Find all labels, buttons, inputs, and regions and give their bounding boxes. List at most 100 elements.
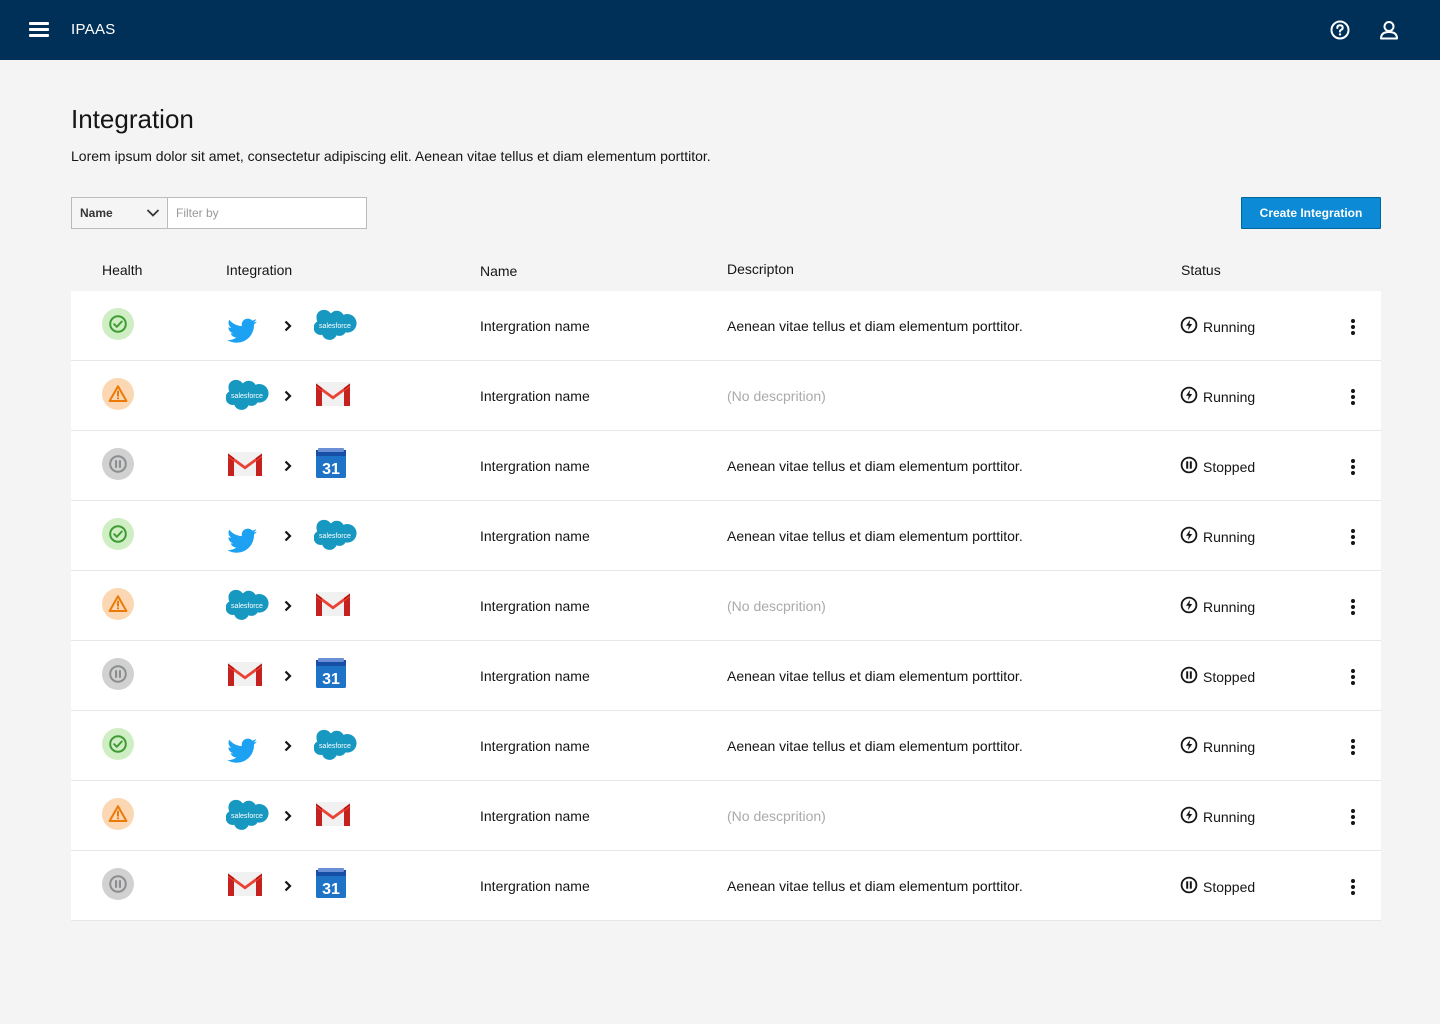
user-profile-icon[interactable] bbox=[1378, 19, 1400, 41]
status-label: Running bbox=[1203, 598, 1256, 615]
status-label: Stopped bbox=[1203, 878, 1256, 895]
check-circle-icon bbox=[109, 525, 127, 543]
status-badge: Running bbox=[1180, 736, 1255, 757]
calendar-icon: 31 bbox=[314, 868, 348, 905]
arrow-right-icon bbox=[283, 879, 293, 897]
table-row[interactable]: 31 Intergration name Aenean vitae tellus… bbox=[71, 431, 1381, 501]
integration-name[interactable]: Intergration name bbox=[480, 388, 590, 404]
status-label: Stopped bbox=[1203, 668, 1256, 685]
lightning-icon bbox=[1180, 386, 1198, 404]
svg-text:salesforce: salesforce bbox=[319, 323, 351, 330]
top-navigation-bar: IPAAS bbox=[0, 0, 1440, 60]
filter-input[interactable] bbox=[167, 197, 367, 229]
salesforce-icon: salesforce bbox=[313, 518, 358, 555]
gmail-icon bbox=[226, 658, 264, 694]
calendar-icon: 31 bbox=[314, 448, 348, 485]
integration-name[interactable]: Intergration name bbox=[480, 808, 590, 824]
integration-name[interactable]: Intergration name bbox=[480, 738, 590, 754]
kebab-menu-icon[interactable] bbox=[1343, 317, 1363, 337]
table-row[interactable]: salesforce Intergration name Aenean vita… bbox=[71, 711, 1381, 781]
kebab-menu-icon[interactable] bbox=[1343, 457, 1363, 477]
page-description: Lorem ipsum dolor sit amet, consectetur … bbox=[71, 148, 711, 164]
status-badge: Stopped bbox=[1180, 666, 1255, 687]
lightning-icon bbox=[1180, 596, 1198, 614]
status-badge: Running bbox=[1180, 596, 1255, 617]
app-brand: IPAAS bbox=[71, 21, 116, 38]
page-title: Integration bbox=[71, 104, 194, 134]
integration-description: Aenean vitae tellus et diam elementum po… bbox=[727, 318, 1023, 334]
lightning-icon bbox=[1180, 806, 1198, 824]
integration-description: (No descprition) bbox=[727, 808, 826, 824]
integration-name[interactable]: Intergration name bbox=[480, 668, 590, 684]
kebab-menu-icon[interactable] bbox=[1343, 807, 1363, 827]
kebab-menu-icon[interactable] bbox=[1343, 597, 1363, 617]
kebab-menu-icon[interactable] bbox=[1343, 877, 1363, 897]
twitter-icon bbox=[226, 728, 260, 769]
kebab-menu-icon[interactable] bbox=[1343, 387, 1363, 407]
integration-name[interactable]: Intergration name bbox=[480, 458, 590, 474]
integration-name[interactable]: Intergration name bbox=[480, 318, 590, 334]
filter-field-label: Name bbox=[80, 206, 113, 220]
table-row[interactable]: salesforce Intergration name Aenean vita… bbox=[71, 501, 1381, 571]
gmail-icon bbox=[226, 868, 264, 904]
column-header-name: Name bbox=[480, 263, 518, 279]
health-indicator bbox=[102, 798, 134, 830]
chevron-down-icon bbox=[146, 209, 160, 217]
integration-description: Aenean vitae tellus et diam elementum po… bbox=[727, 528, 1023, 544]
filter-field-select[interactable]: Name bbox=[71, 197, 168, 229]
status-label: Running bbox=[1203, 318, 1256, 335]
table-row[interactable]: 31 Intergration name Aenean vitae tellus… bbox=[71, 851, 1381, 921]
warning-triangle-icon bbox=[108, 805, 128, 822]
status-badge: Running bbox=[1180, 526, 1255, 547]
pause-icon bbox=[1180, 666, 1198, 684]
status-label: Running bbox=[1203, 808, 1256, 825]
health-indicator bbox=[102, 308, 134, 340]
table-row[interactable]: 31 Intergration name Aenean vitae tellus… bbox=[71, 641, 1381, 711]
table-row[interactable]: salesforce Intergration name (No descpri… bbox=[71, 781, 1381, 851]
arrow-right-icon bbox=[283, 809, 293, 827]
arrow-right-icon bbox=[283, 459, 293, 477]
pause-circle-icon bbox=[109, 665, 127, 683]
twitter-icon bbox=[226, 518, 260, 559]
integration-name[interactable]: Intergration name bbox=[480, 598, 590, 614]
svg-text:salesforce: salesforce bbox=[231, 813, 263, 820]
warning-triangle-icon bbox=[108, 385, 128, 402]
arrow-right-icon bbox=[283, 669, 293, 687]
kebab-menu-icon[interactable] bbox=[1343, 737, 1363, 757]
svg-text:31: 31 bbox=[322, 881, 340, 898]
integrations-table: salesforce Intergration name Aenean vita… bbox=[71, 291, 1381, 921]
svg-text:salesforce: salesforce bbox=[231, 393, 263, 400]
check-circle-icon bbox=[109, 315, 127, 333]
kebab-menu-icon[interactable] bbox=[1343, 667, 1363, 687]
lightning-icon bbox=[1180, 316, 1198, 334]
table-row[interactable]: salesforce Intergration name Aenean vita… bbox=[71, 291, 1381, 361]
health-indicator bbox=[102, 588, 134, 620]
hamburger-menu-icon[interactable] bbox=[29, 21, 49, 39]
table-row[interactable]: salesforce Intergration name (No descpri… bbox=[71, 571, 1381, 641]
lightning-icon bbox=[1180, 736, 1198, 754]
salesforce-icon: salesforce bbox=[225, 588, 270, 625]
pause-circle-icon bbox=[109, 875, 127, 893]
status-label: Running bbox=[1203, 528, 1256, 545]
health-indicator bbox=[102, 868, 134, 900]
integration-description: (No descprition) bbox=[727, 388, 826, 404]
health-indicator bbox=[102, 448, 134, 480]
integration-name[interactable]: Intergration name bbox=[480, 528, 590, 544]
gmail-icon bbox=[314, 798, 352, 834]
help-icon[interactable] bbox=[1329, 19, 1351, 41]
integration-name[interactable]: Intergration name bbox=[480, 878, 590, 894]
status-badge: Running bbox=[1180, 386, 1255, 407]
health-indicator bbox=[102, 518, 134, 550]
table-row[interactable]: salesforce Intergration name (No descpri… bbox=[71, 361, 1381, 431]
integration-description: Aenean vitae tellus et diam elementum po… bbox=[727, 878, 1023, 894]
kebab-menu-icon[interactable] bbox=[1343, 527, 1363, 547]
svg-text:salesforce: salesforce bbox=[231, 603, 263, 610]
status-badge: Stopped bbox=[1180, 456, 1255, 477]
pause-circle-icon bbox=[109, 455, 127, 473]
pause-icon bbox=[1180, 876, 1198, 894]
arrow-right-icon bbox=[283, 599, 293, 617]
column-header-integration: Integration bbox=[226, 262, 293, 278]
create-integration-button[interactable]: Create Integration bbox=[1241, 197, 1381, 229]
arrow-right-icon bbox=[283, 529, 293, 547]
gmail-icon bbox=[314, 378, 352, 414]
